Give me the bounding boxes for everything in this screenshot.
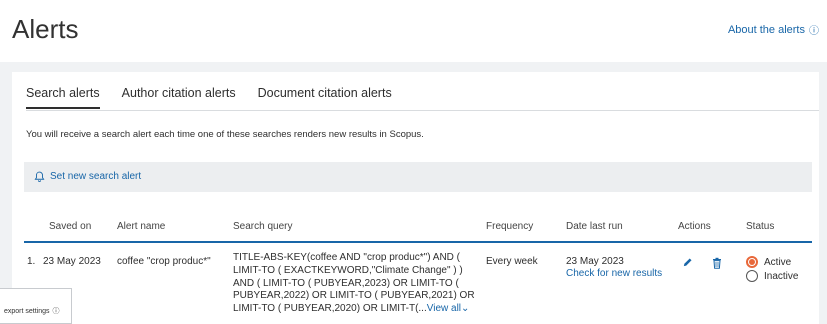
- row-index: 1.: [27, 256, 36, 267]
- tab-document-citation-alerts[interactable]: Document citation alerts: [258, 86, 392, 109]
- row-date-last-run-cell: 23 May 2023 Check for new results: [566, 256, 662, 279]
- header-frequency[interactable]: Frequency: [486, 221, 533, 232]
- header-saved-on[interactable]: Saved on: [49, 221, 91, 232]
- pencil-icon[interactable]: [682, 257, 693, 268]
- tab-author-citation-alerts[interactable]: Author citation alerts: [122, 86, 236, 109]
- row-frequency: Every week: [486, 256, 538, 267]
- info-icon: ⓘ: [52, 308, 60, 315]
- tab-divider: [26, 110, 819, 111]
- export-settings-label[interactable]: export settings: [4, 308, 50, 315]
- bell-icon: [34, 171, 45, 182]
- export-settings-button[interactable]: export settings ⓘ: [4, 306, 60, 316]
- status-inactive-label: Inactive: [764, 270, 799, 282]
- query-line: AND ( LIMIT-TO ( PUBYEAR,2023) OR LIMIT-…: [233, 277, 459, 289]
- row-alert-name: coffee "crop produc*": [117, 256, 211, 267]
- view-all-link[interactable]: View all⌄: [427, 303, 470, 314]
- export-settings-panel[interactable]: export settings ⓘ: [0, 288, 72, 324]
- status-inactive-radio[interactable]: Inactive: [746, 270, 798, 282]
- header-search-query: Search query: [233, 221, 293, 232]
- chevron-down-icon: ⌄: [461, 303, 470, 315]
- row-date-last-run: 23 May 2023: [566, 256, 624, 267]
- header-date-last-run[interactable]: Date last run: [566, 221, 623, 232]
- page-header: Alerts About the alerts ⓘ: [0, 0, 827, 62]
- row-saved-on: 23 May 2023: [43, 256, 101, 267]
- query-line-last: LIMIT-TO ( PUBYEAR,2020) OR LIMIT-T(...: [233, 303, 427, 315]
- radio-active-icon[interactable]: [746, 256, 758, 268]
- set-new-search-alert-label[interactable]: Set new search alert: [50, 171, 141, 182]
- alerts-card: Search alerts Author citation alerts Doc…: [12, 72, 819, 324]
- set-new-search-alert-button[interactable]: Set new search alert: [34, 171, 141, 182]
- radio-inactive-icon[interactable]: [746, 270, 758, 282]
- page-title: Alerts: [12, 14, 79, 44]
- status-active-radio[interactable]: Active: [746, 256, 791, 268]
- query-line: TITLE-ABS-KEY(coffee AND "crop produc*")…: [233, 252, 460, 263]
- status-active-label: Active: [764, 256, 792, 268]
- check-new-results-link[interactable]: Check for new results: [566, 268, 662, 279]
- tab-search-alerts[interactable]: Search alerts: [26, 86, 100, 109]
- info-text: You will receive a search alert each tim…: [26, 129, 424, 140]
- about-alerts-label[interactable]: About the alerts: [728, 24, 805, 36]
- table-header-rule: [24, 241, 812, 243]
- query-line: LIMIT-TO ( EXACTKEYWORD,"Climate Change"…: [233, 264, 463, 276]
- new-alert-bar: Set new search alert: [24, 162, 812, 192]
- header-alert-name[interactable]: Alert name: [117, 221, 165, 232]
- query-line: PUBYEAR,2022) OR LIMIT-TO ( PUBYEAR,2021…: [233, 290, 475, 302]
- header-actions: Actions: [678, 221, 711, 232]
- info-icon: ⓘ: [809, 26, 819, 37]
- view-all-label[interactable]: View all: [427, 303, 461, 314]
- header-status: Status: [746, 221, 775, 232]
- about-alerts-link[interactable]: About the alerts ⓘ: [728, 22, 819, 38]
- trash-icon[interactable]: [712, 257, 722, 269]
- alert-tabs: Search alerts Author citation alerts Doc…: [26, 86, 392, 109]
- row-search-query: TITLE-ABS-KEY(coffee AND "crop produc*")…: [233, 252, 493, 316]
- query-line: LIMIT-TO ( PUBYEAR,2020) OR LIMIT-T(...V…: [233, 303, 493, 316]
